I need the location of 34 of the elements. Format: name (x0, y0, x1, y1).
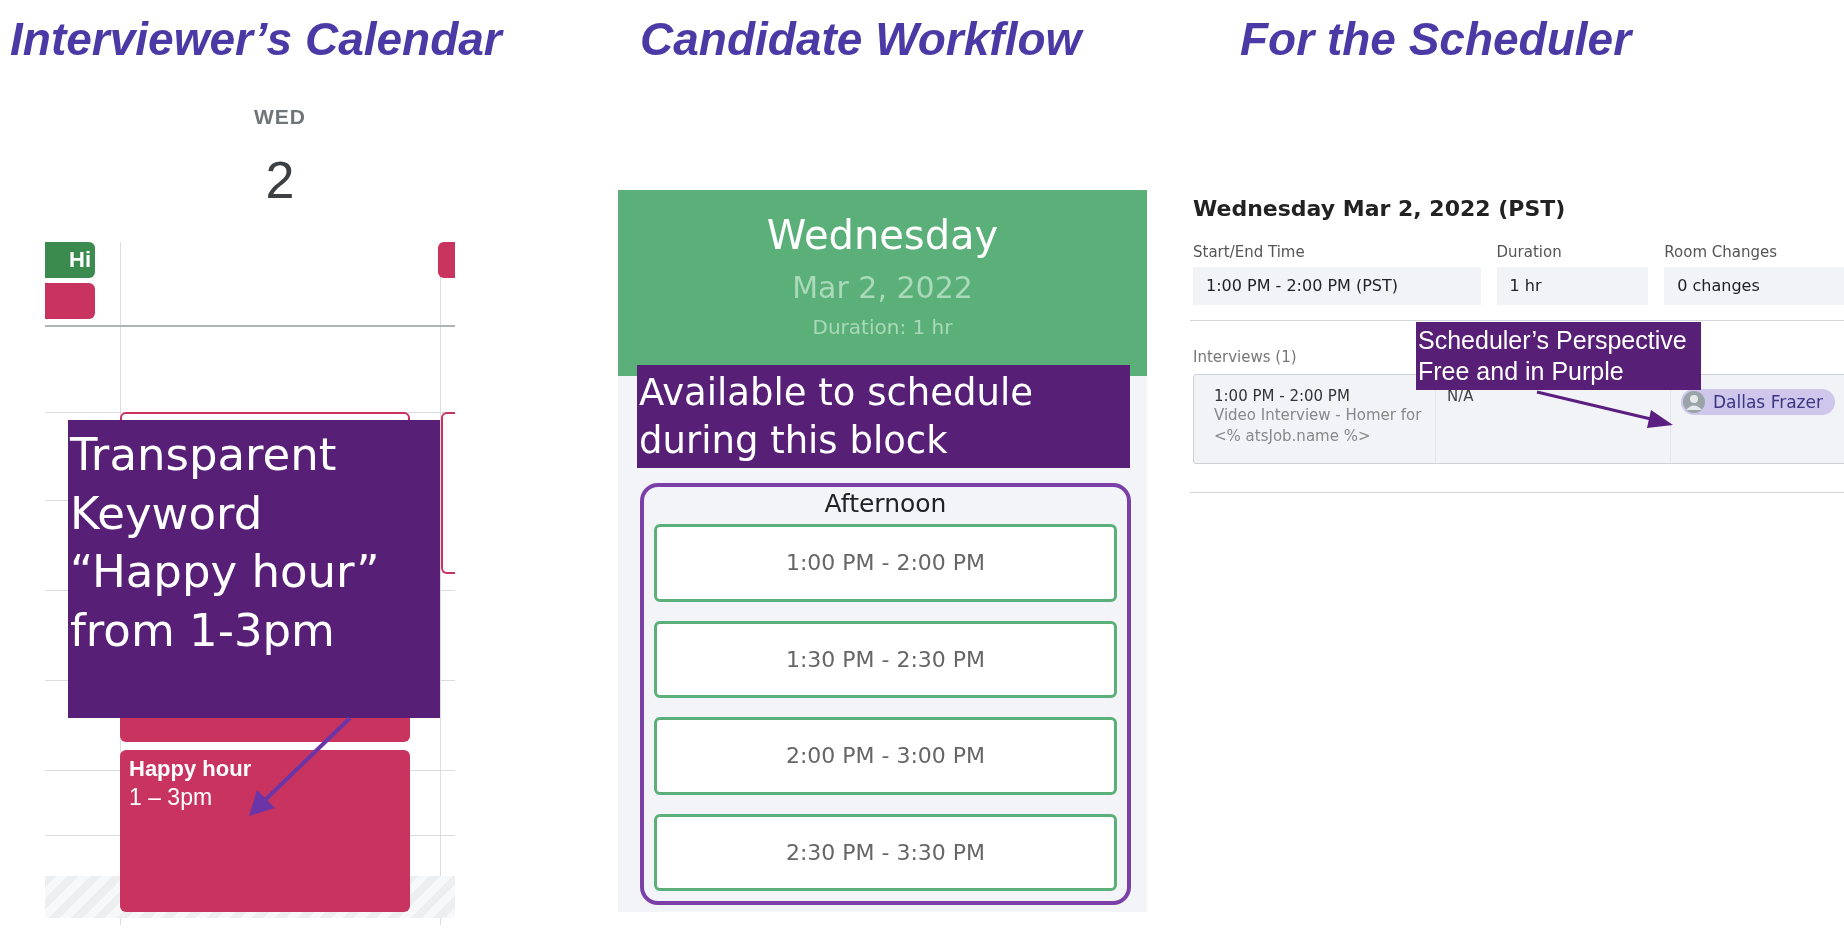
field-label: Room Changes (1664, 243, 1778, 261)
interviews-label: Interviews (1) (1193, 348, 1298, 366)
field-value[interactable]: 0 changes (1664, 267, 1844, 305)
day-number: 2 (264, 150, 296, 210)
field-value[interactable]: 1 hr (1496, 267, 1649, 305)
section-title: For the Scheduler (1239, 12, 1634, 67)
interview-time: 1:00 PM - 2:00 PM (1214, 387, 1351, 405)
avatar-icon (1683, 391, 1705, 413)
interviewer-chip[interactable]: Dallas Frazer (1681, 389, 1835, 415)
time-slot-button[interactable]: 1:30 PM - 2:30 PM (654, 620, 1117, 698)
day-name: Wednesday (766, 212, 999, 258)
field-label: Start/End Time (1193, 243, 1306, 261)
event-time: 1 – 3pm (129, 784, 214, 811)
section-title: Candidate Workflow (639, 12, 1085, 67)
all-day-event[interactable]: Hi (45, 242, 95, 278)
time-slot-button[interactable]: 2:30 PM - 3:30 PM (654, 813, 1117, 891)
date-text: Mar 2, 2022 (792, 270, 973, 305)
calendar-event[interactable] (441, 412, 455, 574)
field-value[interactable]: 1:00 PM - 2:00 PM (PST) (1193, 267, 1481, 305)
section-title: Interviewer’s Calendar (9, 12, 505, 67)
period-label: Afternoon (823, 489, 948, 518)
calendar-event[interactable]: Happy hour 1 – 3pm (120, 750, 410, 912)
event-title: Happy hour (129, 756, 253, 782)
time-slot-button[interactable]: 2:00 PM - 3:00 PM (654, 717, 1117, 795)
interview-description: Video Interview - Homer for <% atsJob.name %> (1214, 405, 1423, 447)
callout-tooltip: Transparent Keyword “Happy hour” from 1-3pm (68, 420, 440, 718)
schedule-heading: Wednesday Mar 2, 2022 (PST) (1193, 196, 1567, 221)
duration-text: Duration: 1 hr (812, 315, 953, 339)
time-slot-button[interactable]: 1:00 PM - 2:00 PM (654, 524, 1117, 602)
callout-tooltip: Scheduler’s Perspective Free and in Purple (1416, 322, 1701, 390)
all-day-event[interactable] (438, 242, 455, 278)
weekday-label: WED (253, 105, 307, 129)
callout-tooltip: Available to schedule during this block (637, 365, 1130, 468)
field-label: Duration (1496, 243, 1563, 261)
